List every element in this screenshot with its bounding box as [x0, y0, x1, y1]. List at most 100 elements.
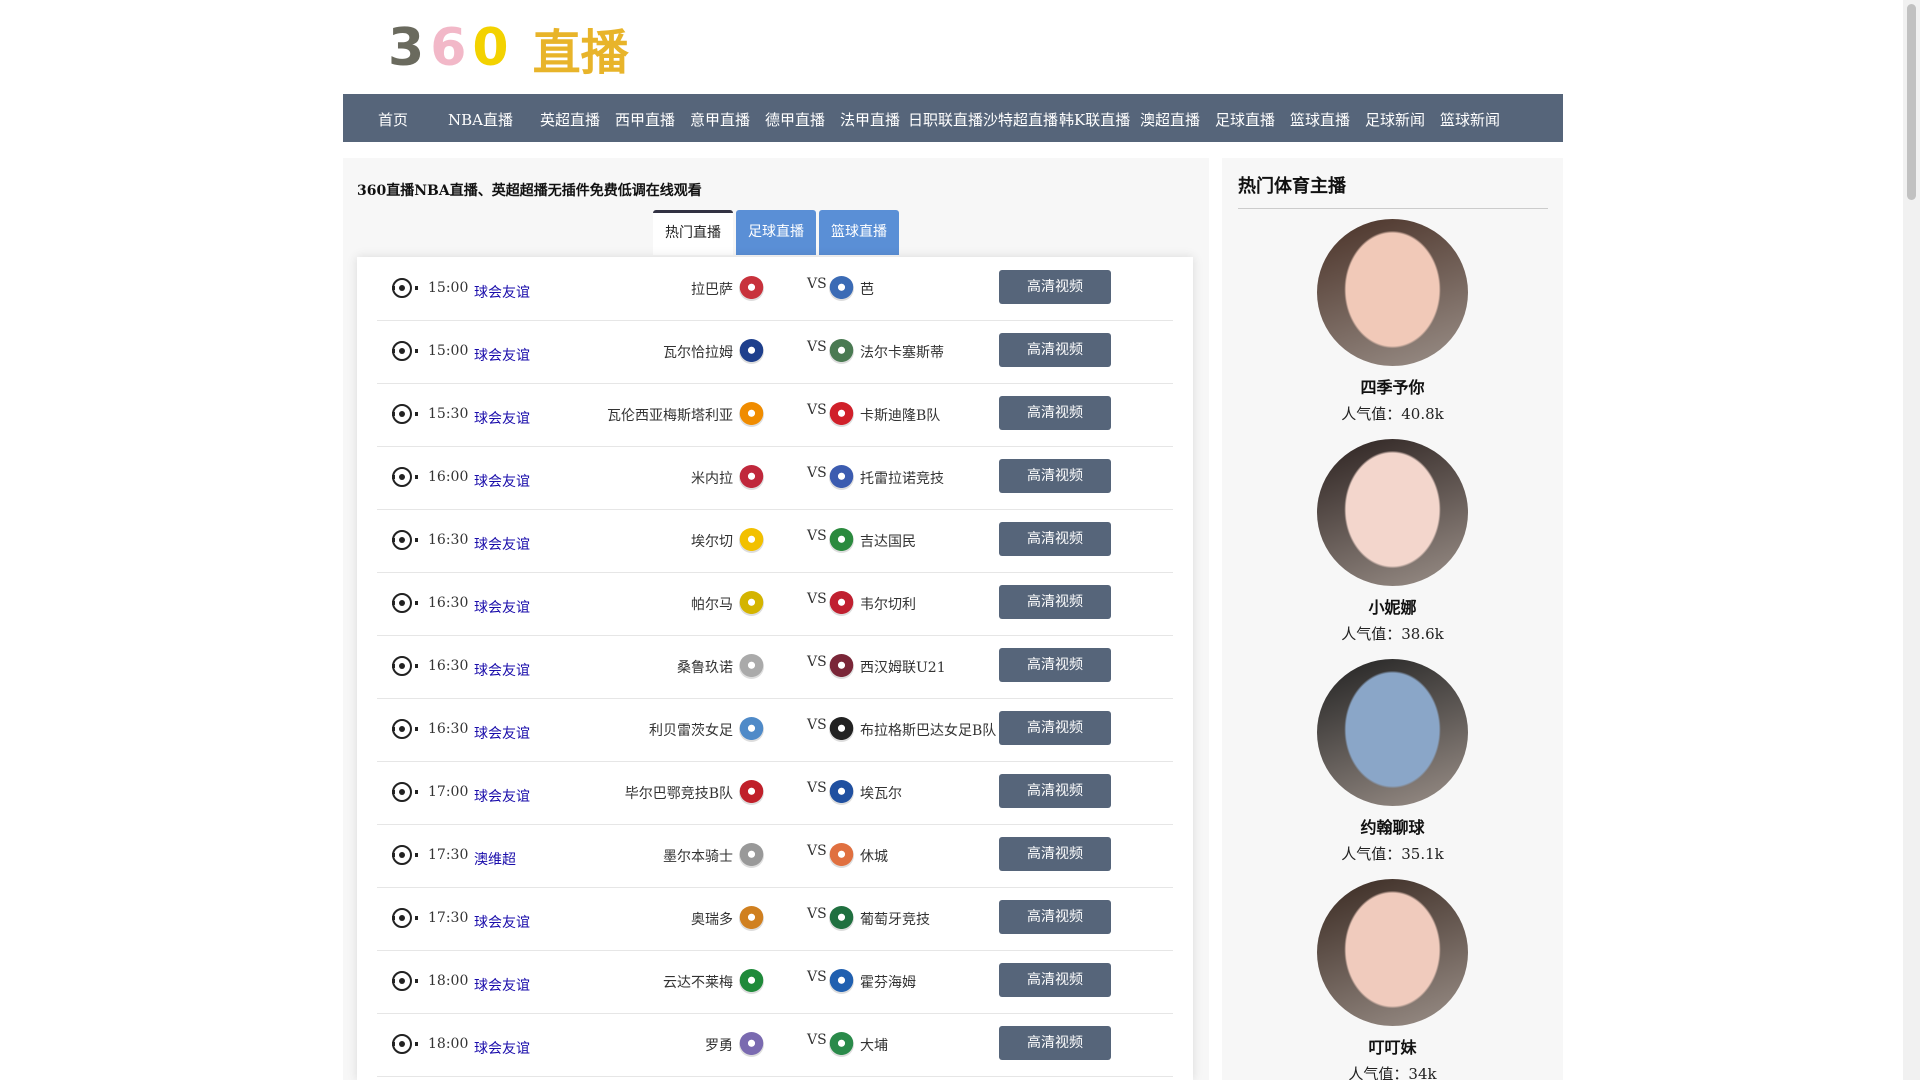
nav-item-13[interactable]: 足球新闻: [1365, 109, 1425, 130]
hd-video-button[interactable]: 高清视频: [999, 837, 1111, 871]
hd-video-button[interactable]: 高清视频: [999, 774, 1111, 808]
streamer-name[interactable]: 约翰聊球: [1222, 814, 1563, 838]
league-link[interactable]: 球会友谊: [474, 345, 530, 365]
soccer-ball-icon: [392, 719, 418, 739]
nav-item-14[interactable]: 篮球新闻: [1440, 109, 1500, 130]
tab-basketball[interactable]: 篮球直播: [819, 210, 899, 255]
league-link[interactable]: 球会友谊: [474, 912, 530, 932]
away-team-logo-icon: [829, 717, 854, 742]
home-team-logo-icon: [739, 1032, 764, 1057]
home-team: 毕尔巴鄂竞技B队: [624, 786, 733, 802]
streamer-avatar[interactable]: [1317, 439, 1468, 586]
home-team-logo-icon: [739, 654, 764, 679]
streamer-name[interactable]: 四季予你: [1222, 374, 1563, 398]
nav-item-2[interactable]: 英超直播: [540, 109, 600, 130]
nav-item-10[interactable]: 澳超直播: [1140, 109, 1200, 130]
match-time: 17:00: [428, 784, 469, 800]
league-link[interactable]: 球会友谊: [474, 1038, 530, 1058]
streamer-avatar[interactable]: [1317, 879, 1468, 1026]
soccer-ball-icon: [392, 278, 418, 298]
vs-label: VS: [807, 276, 827, 292]
home-team: 埃尔切: [691, 534, 733, 550]
away-team: 霍芬海姆: [860, 975, 916, 991]
away-team: 韦尔切利: [860, 597, 916, 613]
tab-football[interactable]: 足球直播: [736, 210, 816, 255]
away-team: 葡萄牙竞技: [860, 912, 930, 928]
hd-video-button[interactable]: 高清视频: [999, 1026, 1111, 1060]
league-link[interactable]: 球会友谊: [474, 597, 530, 617]
sidebar-divider: [1238, 208, 1548, 209]
match-row: 15:00 球会友谊 瓦尔恰拉姆 VS 法尔卡塞斯蒂 高清视频: [377, 321, 1173, 384]
home-team-logo-icon: [739, 717, 764, 742]
streamer-name[interactable]: 叮叮妹: [1222, 1034, 1563, 1058]
tab-hot[interactable]: 热门直播: [653, 210, 733, 255]
hd-video-button[interactable]: 高清视频: [999, 459, 1111, 493]
hd-video-button[interactable]: 高清视频: [999, 333, 1111, 367]
soccer-ball-icon: [392, 908, 418, 928]
streamer-popularity: 人气值：40.8k: [1341, 405, 1444, 423]
hd-video-button[interactable]: 高清视频: [999, 585, 1111, 619]
match-row: 16:00 球会友谊 米内拉 VS 托雷拉诺竞技 高清视频: [377, 447, 1173, 510]
match-time: 18:00: [428, 973, 469, 989]
away-team-logo-icon: [829, 843, 854, 868]
hd-video-button[interactable]: 高清视频: [999, 648, 1111, 682]
league-link[interactable]: 球会友谊: [474, 723, 530, 743]
nav-item-11[interactable]: 足球直播: [1215, 109, 1275, 130]
away-team-logo-icon: [829, 339, 854, 364]
nav-item-0[interactable]: 首页: [378, 109, 408, 130]
match-row: 17:00 球会友谊 毕尔巴鄂竞技B队 VS 埃瓦尔 高清视频: [377, 762, 1173, 825]
match-row: 16:30 球会友谊 埃尔切 VS 吉达国民 高清视频: [377, 510, 1173, 573]
away-team: 芭: [860, 282, 874, 298]
hd-video-button[interactable]: 高清视频: [999, 396, 1111, 430]
away-team: 大埔: [860, 1038, 888, 1054]
away-team-logo-icon: [829, 402, 854, 427]
nav-item-5[interactable]: 德甲直播: [765, 109, 825, 130]
home-team: 帕尔马: [691, 597, 733, 613]
league-link[interactable]: 球会友谊: [474, 975, 530, 995]
home-team: 瓦尔恰拉姆: [663, 345, 733, 361]
hd-video-button[interactable]: 高清视频: [999, 522, 1111, 556]
nav-item-12[interactable]: 篮球直播: [1290, 109, 1350, 130]
hd-video-button[interactable]: 高清视频: [999, 963, 1111, 997]
streamer-name[interactable]: 小妮娜: [1222, 594, 1563, 618]
nav-item-7[interactable]: 日职联直播: [908, 109, 983, 130]
site-logo[interactable]: 3 6 0 直播: [388, 18, 629, 81]
hd-video-button[interactable]: 高清视频: [999, 900, 1111, 934]
match-row: 16:30 球会友谊 桑鲁玖诺 VS 西汉姆联U21 高清视频: [377, 636, 1173, 699]
league-link[interactable]: 球会友谊: [474, 786, 530, 806]
league-link[interactable]: 澳维超: [474, 849, 516, 869]
away-team-logo-icon: [829, 276, 854, 301]
league-link[interactable]: 球会友谊: [474, 408, 530, 428]
streamer-avatar[interactable]: [1317, 659, 1468, 806]
vs-label: VS: [807, 1032, 827, 1048]
league-link[interactable]: 球会友谊: [474, 534, 530, 554]
match-row: 16:30 球会友谊 利贝雷茨女足 VS 布拉格斯巴达女足B队 高清视频: [377, 699, 1173, 762]
vs-label: VS: [807, 906, 827, 922]
page-scrollbar[interactable]: [1903, 0, 1920, 1080]
nav-item-9[interactable]: 韩K联直播: [1059, 109, 1130, 130]
hd-video-button[interactable]: 高清视频: [999, 270, 1111, 304]
away-team: 法尔卡塞斯蒂: [860, 345, 944, 361]
streamer-avatar[interactable]: [1317, 219, 1468, 366]
nav-item-4[interactable]: 意甲直播: [690, 109, 750, 130]
nav-item-6[interactable]: 法甲直播: [840, 109, 900, 130]
soccer-ball-icon: [392, 530, 418, 550]
hd-video-button[interactable]: 高清视频: [999, 711, 1111, 745]
soccer-ball-icon: [392, 341, 418, 361]
match-time: 16:30: [428, 721, 469, 737]
soccer-ball-icon: [392, 782, 418, 802]
nav-item-1[interactable]: NBA直播: [448, 109, 513, 130]
vs-label: VS: [807, 654, 827, 670]
away-team: 吉达国民: [860, 534, 916, 550]
scrollbar-thumb[interactable]: [1907, 4, 1916, 200]
league-link[interactable]: 球会友谊: [474, 471, 530, 491]
vs-label: VS: [807, 780, 827, 796]
league-link[interactable]: 球会友谊: [474, 282, 530, 302]
home-team-logo-icon: [739, 339, 764, 364]
vs-label: VS: [807, 465, 827, 481]
nav-item-3[interactable]: 西甲直播: [615, 109, 675, 130]
match-time: 17:30: [428, 910, 469, 926]
league-link[interactable]: 球会友谊: [474, 660, 530, 680]
nav-item-8[interactable]: 沙特超直播: [983, 109, 1058, 130]
main-panel: 360直播NBA直播、英超超播无插件免费低调在线观看 热门直播 足球直播 篮球直…: [343, 158, 1209, 1080]
